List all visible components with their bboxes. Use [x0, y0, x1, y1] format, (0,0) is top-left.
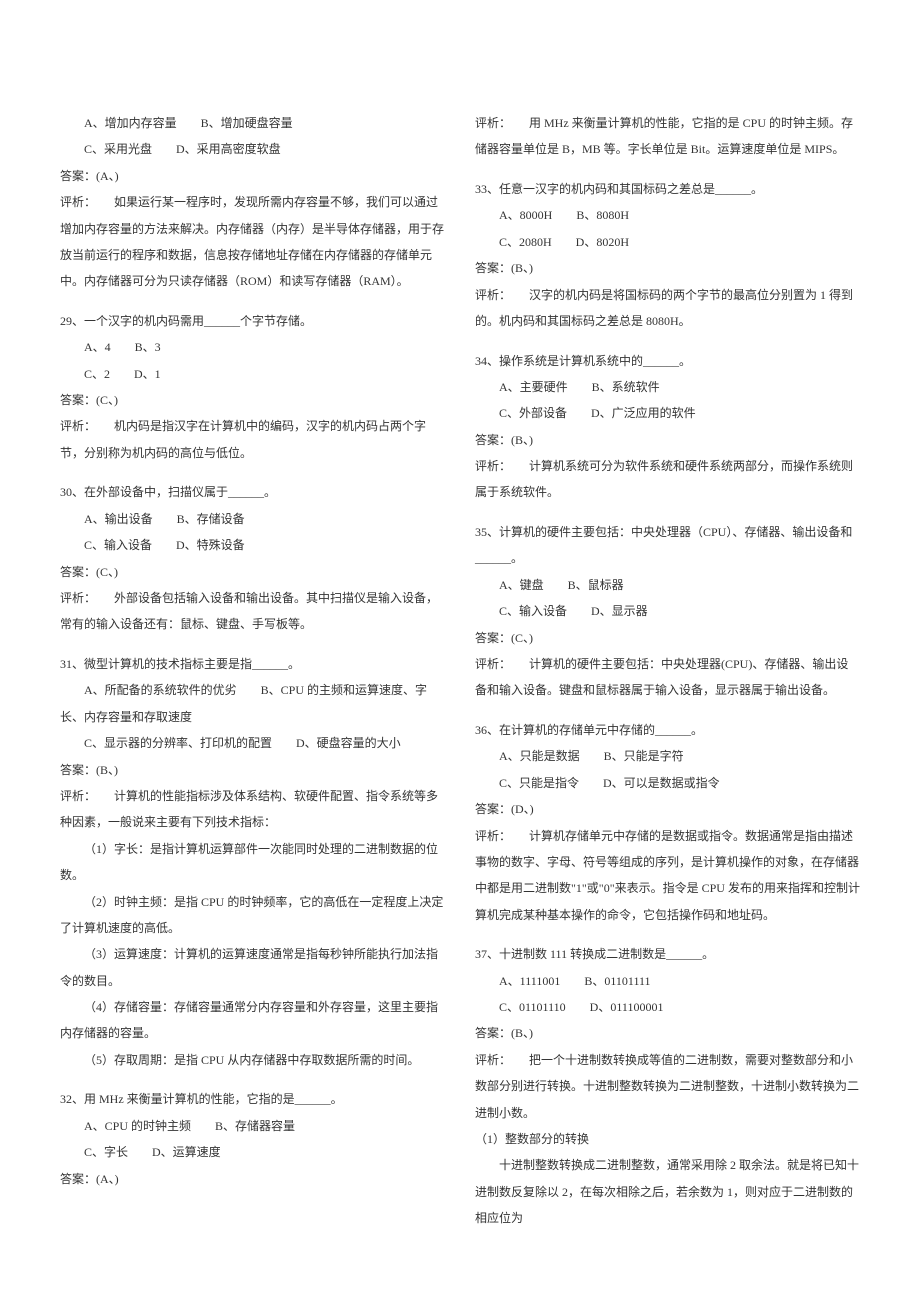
q33-stem: 33、任意一汉字的机内码和其国标码之差总是______。 [475, 176, 860, 202]
q37-answer: 答案：(B、) [475, 1020, 860, 1046]
spacer [475, 704, 860, 717]
q36-answer: 答案：(D、) [475, 796, 860, 822]
q37-explanation-2: （1）整数部分的转换 [475, 1126, 860, 1152]
q34-answer: 答案：(B、) [475, 427, 860, 453]
left-column: A、增加内存容量 B、增加硬盘容量 C、采用光盘 D、采用高密度软盘 答案：(A… [60, 110, 445, 1232]
q36-option-row-2: C、只能是指令 D、可以是数据或指令 [475, 770, 860, 796]
q29-answer: 答案：(C、) [60, 387, 445, 413]
q28-option-row-1: A、增加内存容量 B、增加硬盘容量 [60, 110, 445, 136]
q37-stem: 37、十进制数 111 转换成二进制数是______。 [475, 941, 860, 967]
q35-option-row-1: A、键盘 B、鼠标器 [475, 572, 860, 598]
q28-answer: 答案：(A、) [60, 163, 445, 189]
q37-option-row-1: A、1111001 B、01101111 [475, 968, 860, 994]
q31-explanation-2: （2）时钟主频：是指 CPU 的时钟频率，它的高低在一定程度上决定了计算机速度的… [60, 889, 445, 942]
q34-stem: 34、操作系统是计算机系统中的______。 [475, 348, 860, 374]
q29-stem: 29、一个汉字的机内码需用______个字节存储。 [60, 308, 445, 334]
q32-answer: 答案：(A、) [60, 1166, 445, 1192]
q36-explanation: 评析： 计算机存储单元中存储的是数据或指令。数据通常是指由描述事物的数字、字母、… [475, 823, 860, 929]
q30-answer: 答案：(C、) [60, 559, 445, 585]
q32-explanation: 评析： 用 MHz 来衡量计算机的性能，它指的是 CPU 的时钟主频。存储器容量… [475, 110, 860, 163]
q31-option-row-1: A、所配备的系统软件的优劣 B、CPU 的主频和运算速度、字长、内存容量和存取速… [60, 677, 445, 730]
q34-option-row-2: C、外部设备 D、广泛应用的软件 [475, 400, 860, 426]
spacer [60, 466, 445, 479]
q32-stem: 32、用 MHz 来衡量计算机的性能，它指的是______。 [60, 1086, 445, 1112]
q31-option-row-2: C、显示器的分辨率、打印机的配置 D、硬盘容量的大小 [60, 730, 445, 756]
q36-stem: 36、在计算机的存储单元中存储的______。 [475, 717, 860, 743]
q29-explanation: 评析： 机内码是指汉字在计算机中的编码，汉字的机内码占两个字节，分别称为机内码的… [60, 413, 445, 466]
q31-explanation-intro: 评析： 计算机的性能指标涉及体系结构、软硬件配置、指令系统等多种因素，一般说来主… [60, 783, 445, 836]
spacer [475, 928, 860, 941]
spacer [60, 638, 445, 651]
q31-explanation-1: （1）字长：是指计算机运算部件一次能同时处理的二进制数据的位数。 [60, 836, 445, 889]
q37-explanation-1: 评析： 把一个十进制数转换成等值的二进制数，需要对整数部分和小数部分别进行转换。… [475, 1047, 860, 1126]
q37-explanation-3: 十进制整数转换成二进制整数，通常采用除 2 取余法。就是将已知十进制数反复除以 … [475, 1152, 860, 1231]
q33-explanation: 评析： 汉字的机内码是将国标码的两个字节的最高位分别置为 1 得到的。机内码和其… [475, 282, 860, 335]
q29-option-row-1: A、4 B、3 [60, 334, 445, 360]
two-column-layout: A、增加内存容量 B、增加硬盘容量 C、采用光盘 D、采用高密度软盘 答案：(A… [60, 110, 860, 1232]
q31-explanation-3: （3）运算速度：计算机的运算速度通常是指每秒钟所能执行加法指令的数目。 [60, 941, 445, 994]
right-column: 评析： 用 MHz 来衡量计算机的性能，它指的是 CPU 的时钟主频。存储器容量… [475, 110, 860, 1232]
q31-explanation-4: （4）存储容量：存储容量通常分内存容量和外存容量，这里主要指内存储器的容量。 [60, 994, 445, 1047]
q36-option-row-1: A、只能是数据 B、只能是字符 [475, 743, 860, 769]
spacer [475, 334, 860, 347]
q33-option-row-1: A、8000H B、8080H [475, 202, 860, 228]
q30-explanation: 评析： 外部设备包括输入设备和输出设备。其中扫描仪是输入设备，常有的输入设备还有… [60, 585, 445, 638]
q32-option-row-1: A、CPU 的时钟主频 B、存储器容量 [60, 1113, 445, 1139]
q31-answer: 答案：(B、) [60, 757, 445, 783]
q30-option-row-2: C、输入设备 D、特殊设备 [60, 532, 445, 558]
q28-option-row-2: C、采用光盘 D、采用高密度软盘 [60, 136, 445, 162]
q31-explanation-5: （5）存取周期：是指 CPU 从内存储器中存取数据所需的时间。 [60, 1047, 445, 1073]
q32-option-row-2: C、字长 D、运算速度 [60, 1139, 445, 1165]
q35-stem: 35、计算机的硬件主要包括：中央处理器（CPU）、存储器、输出设备和______… [475, 519, 860, 572]
q33-option-row-2: C、2080H D、8020H [475, 229, 860, 255]
q29-option-row-2: C、2 D、1 [60, 361, 445, 387]
q35-answer: 答案：(C、) [475, 625, 860, 651]
spacer [60, 295, 445, 308]
q34-explanation: 评析： 计算机系统可分为软件系统和硬件系统两部分，而操作系统则属于系统软件。 [475, 453, 860, 506]
q33-answer: 答案：(B、) [475, 255, 860, 281]
q35-explanation: 评析： 计算机的硬件主要包括：中央处理器(CPU)、存储器、输出设备和输入设备。… [475, 651, 860, 704]
q28-explanation: 评析： 如果运行某一程序时，发现所需内存容量不够，我们可以通过增加内存容量的方法… [60, 189, 445, 295]
spacer [475, 506, 860, 519]
spacer [60, 1073, 445, 1086]
q30-stem: 30、在外部设备中，扫描仪属于______。 [60, 479, 445, 505]
q37-option-row-2: C、01101110 D、011100001 [475, 994, 860, 1020]
q34-option-row-1: A、主要硬件 B、系统软件 [475, 374, 860, 400]
q31-stem: 31、微型计算机的技术指标主要是指______。 [60, 651, 445, 677]
spacer [475, 163, 860, 176]
q35-option-row-2: C、输入设备 D、显示器 [475, 598, 860, 624]
q30-option-row-1: A、输出设备 B、存储设备 [60, 506, 445, 532]
